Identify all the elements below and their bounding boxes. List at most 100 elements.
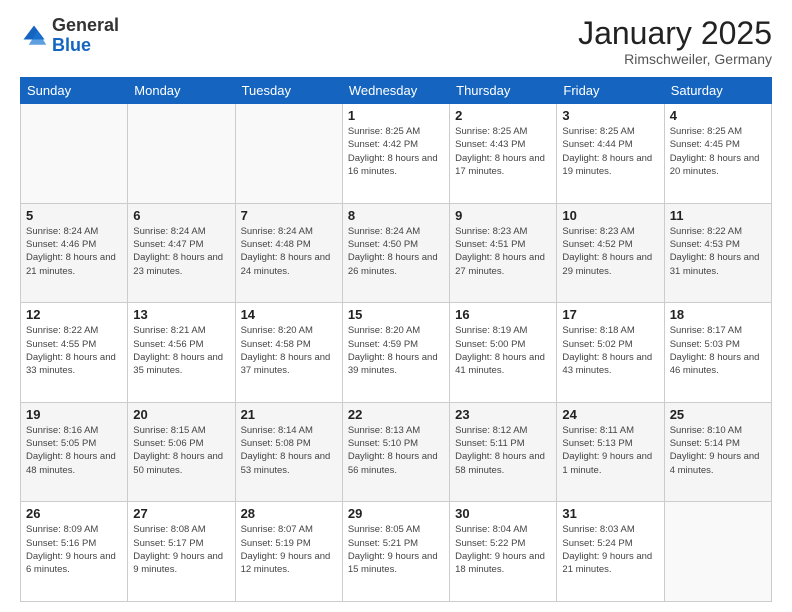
- calendar-cell: 3 Sunrise: 8:25 AM Sunset: 4:44 PM Daylig…: [557, 104, 664, 204]
- day-info: Sunrise: 8:11 AM Sunset: 5:13 PM Dayligh…: [562, 424, 658, 477]
- location: Rimschweiler, Germany: [578, 51, 772, 67]
- day-info: Sunrise: 8:21 AM Sunset: 4:56 PM Dayligh…: [133, 324, 229, 377]
- day-number: 26: [26, 506, 122, 521]
- day-info: Sunrise: 8:20 AM Sunset: 4:58 PM Dayligh…: [241, 324, 337, 377]
- day-number: 12: [26, 307, 122, 322]
- day-number: 2: [455, 108, 551, 123]
- day-info: Sunrise: 8:24 AM Sunset: 4:50 PM Dayligh…: [348, 225, 444, 278]
- day-number: 6: [133, 208, 229, 223]
- calendar-cell: 1 Sunrise: 8:25 AM Sunset: 4:42 PM Daylig…: [342, 104, 449, 204]
- day-info: Sunrise: 8:18 AM Sunset: 5:02 PM Dayligh…: [562, 324, 658, 377]
- header: General Blue January 2025 Rimschweiler, …: [20, 16, 772, 67]
- day-info: Sunrise: 8:04 AM Sunset: 5:22 PM Dayligh…: [455, 523, 551, 576]
- weekday-header-row: SundayMondayTuesdayWednesdayThursdayFrid…: [21, 78, 772, 104]
- weekday-header-saturday: Saturday: [664, 78, 771, 104]
- day-info: Sunrise: 8:05 AM Sunset: 5:21 PM Dayligh…: [348, 523, 444, 576]
- day-info: Sunrise: 8:23 AM Sunset: 4:51 PM Dayligh…: [455, 225, 551, 278]
- day-number: 17: [562, 307, 658, 322]
- calendar-cell: 27 Sunrise: 8:08 AM Sunset: 5:17 PM Dayli…: [128, 502, 235, 602]
- calendar-cell: 16 Sunrise: 8:19 AM Sunset: 5:00 PM Dayli…: [450, 303, 557, 403]
- day-number: 22: [348, 407, 444, 422]
- calendar-table: SundayMondayTuesdayWednesdayThursdayFrid…: [20, 77, 772, 602]
- calendar-cell: 6 Sunrise: 8:24 AM Sunset: 4:47 PM Daylig…: [128, 203, 235, 303]
- weekday-header-sunday: Sunday: [21, 78, 128, 104]
- day-info: Sunrise: 8:10 AM Sunset: 5:14 PM Dayligh…: [670, 424, 766, 477]
- day-number: 4: [670, 108, 766, 123]
- day-info: Sunrise: 8:13 AM Sunset: 5:10 PM Dayligh…: [348, 424, 444, 477]
- day-info: Sunrise: 8:03 AM Sunset: 5:24 PM Dayligh…: [562, 523, 658, 576]
- day-number: 29: [348, 506, 444, 521]
- day-info: Sunrise: 8:17 AM Sunset: 5:03 PM Dayligh…: [670, 324, 766, 377]
- calendar-cell: [128, 104, 235, 204]
- week-row-1: 1 Sunrise: 8:25 AM Sunset: 4:42 PM Daylig…: [21, 104, 772, 204]
- day-info: Sunrise: 8:22 AM Sunset: 4:53 PM Dayligh…: [670, 225, 766, 278]
- day-info: Sunrise: 8:12 AM Sunset: 5:11 PM Dayligh…: [455, 424, 551, 477]
- day-number: 15: [348, 307, 444, 322]
- logo: General Blue: [20, 16, 119, 56]
- calendar-cell: 12 Sunrise: 8:22 AM Sunset: 4:55 PM Dayli…: [21, 303, 128, 403]
- logo-icon: [20, 22, 48, 50]
- day-number: 3: [562, 108, 658, 123]
- day-info: Sunrise: 8:20 AM Sunset: 4:59 PM Dayligh…: [348, 324, 444, 377]
- day-info: Sunrise: 8:25 AM Sunset: 4:43 PM Dayligh…: [455, 125, 551, 178]
- day-number: 31: [562, 506, 658, 521]
- calendar-cell: 11 Sunrise: 8:22 AM Sunset: 4:53 PM Dayli…: [664, 203, 771, 303]
- weekday-header-thursday: Thursday: [450, 78, 557, 104]
- calendar-cell: 15 Sunrise: 8:20 AM Sunset: 4:59 PM Dayli…: [342, 303, 449, 403]
- weekday-header-tuesday: Tuesday: [235, 78, 342, 104]
- calendar-cell: 22 Sunrise: 8:13 AM Sunset: 5:10 PM Dayli…: [342, 402, 449, 502]
- calendar-cell: 24 Sunrise: 8:11 AM Sunset: 5:13 PM Dayli…: [557, 402, 664, 502]
- day-info: Sunrise: 8:15 AM Sunset: 5:06 PM Dayligh…: [133, 424, 229, 477]
- day-info: Sunrise: 8:22 AM Sunset: 4:55 PM Dayligh…: [26, 324, 122, 377]
- day-number: 10: [562, 208, 658, 223]
- day-number: 23: [455, 407, 551, 422]
- week-row-5: 26Sunrise: 8:09 AM Sunset: 5:16 PM Dayli…: [21, 502, 772, 602]
- day-info: Sunrise: 8:08 AM Sunset: 5:17 PM Dayligh…: [133, 523, 229, 576]
- month-title: January 2025: [578, 16, 772, 51]
- day-number: 30: [455, 506, 551, 521]
- weekday-header-wednesday: Wednesday: [342, 78, 449, 104]
- calendar-cell: 19Sunrise: 8:16 AM Sunset: 5:05 PM Dayli…: [21, 402, 128, 502]
- calendar-cell: 9Sunrise: 8:23 AM Sunset: 4:51 PM Daylig…: [450, 203, 557, 303]
- calendar-cell: 21Sunrise: 8:14 AM Sunset: 5:08 PM Dayli…: [235, 402, 342, 502]
- day-number: 5: [26, 208, 122, 223]
- calendar-cell: 26Sunrise: 8:09 AM Sunset: 5:16 PM Dayli…: [21, 502, 128, 602]
- day-number: 24: [562, 407, 658, 422]
- day-info: Sunrise: 8:23 AM Sunset: 4:52 PM Dayligh…: [562, 225, 658, 278]
- week-row-3: 12 Sunrise: 8:22 AM Sunset: 4:55 PM Dayli…: [21, 303, 772, 403]
- day-number: 11: [670, 208, 766, 223]
- day-number: 8: [348, 208, 444, 223]
- day-number: 16: [455, 307, 551, 322]
- day-number: 1: [348, 108, 444, 123]
- calendar-cell: 7Sunrise: 8:24 AM Sunset: 4:48 PM Daylig…: [235, 203, 342, 303]
- day-info: Sunrise: 8:16 AM Sunset: 5:05 PM Dayligh…: [26, 424, 122, 477]
- week-row-4: 19Sunrise: 8:16 AM Sunset: 5:05 PM Dayli…: [21, 402, 772, 502]
- calendar-cell: 20 Sunrise: 8:15 AM Sunset: 5:06 PM Dayli…: [128, 402, 235, 502]
- calendar-cell: 5Sunrise: 8:24 AM Sunset: 4:46 PM Daylig…: [21, 203, 128, 303]
- calendar-cell: 17 Sunrise: 8:18 AM Sunset: 5:02 PM Dayli…: [557, 303, 664, 403]
- day-number: 25: [670, 407, 766, 422]
- day-info: Sunrise: 8:25 AM Sunset: 4:45 PM Dayligh…: [670, 125, 766, 178]
- calendar-cell: 8 Sunrise: 8:24 AM Sunset: 4:50 PM Daylig…: [342, 203, 449, 303]
- weekday-header-monday: Monday: [128, 78, 235, 104]
- day-info: Sunrise: 8:14 AM Sunset: 5:08 PM Dayligh…: [241, 424, 337, 477]
- calendar-cell: 25 Sunrise: 8:10 AM Sunset: 5:14 PM Dayli…: [664, 402, 771, 502]
- day-info: Sunrise: 8:25 AM Sunset: 4:44 PM Dayligh…: [562, 125, 658, 178]
- calendar-cell: 28Sunrise: 8:07 AM Sunset: 5:19 PM Dayli…: [235, 502, 342, 602]
- calendar-cell: 31 Sunrise: 8:03 AM Sunset: 5:24 PM Dayli…: [557, 502, 664, 602]
- day-number: 7: [241, 208, 337, 223]
- calendar-cell: [664, 502, 771, 602]
- calendar-cell: 4 Sunrise: 8:25 AM Sunset: 4:45 PM Daylig…: [664, 104, 771, 204]
- calendar-cell: 30 Sunrise: 8:04 AM Sunset: 5:22 PM Dayli…: [450, 502, 557, 602]
- day-number: 27: [133, 506, 229, 521]
- day-info: Sunrise: 8:07 AM Sunset: 5:19 PM Dayligh…: [241, 523, 337, 576]
- day-info: Sunrise: 8:25 AM Sunset: 4:42 PM Dayligh…: [348, 125, 444, 178]
- day-number: 13: [133, 307, 229, 322]
- calendar-cell: 14Sunrise: 8:20 AM Sunset: 4:58 PM Dayli…: [235, 303, 342, 403]
- day-number: 20: [133, 407, 229, 422]
- logo-general-text: General: [52, 15, 119, 35]
- day-info: Sunrise: 8:19 AM Sunset: 5:00 PM Dayligh…: [455, 324, 551, 377]
- logo-blue-text: Blue: [52, 35, 91, 55]
- day-info: Sunrise: 8:24 AM Sunset: 4:47 PM Dayligh…: [133, 225, 229, 278]
- calendar-cell: 29 Sunrise: 8:05 AM Sunset: 5:21 PM Dayli…: [342, 502, 449, 602]
